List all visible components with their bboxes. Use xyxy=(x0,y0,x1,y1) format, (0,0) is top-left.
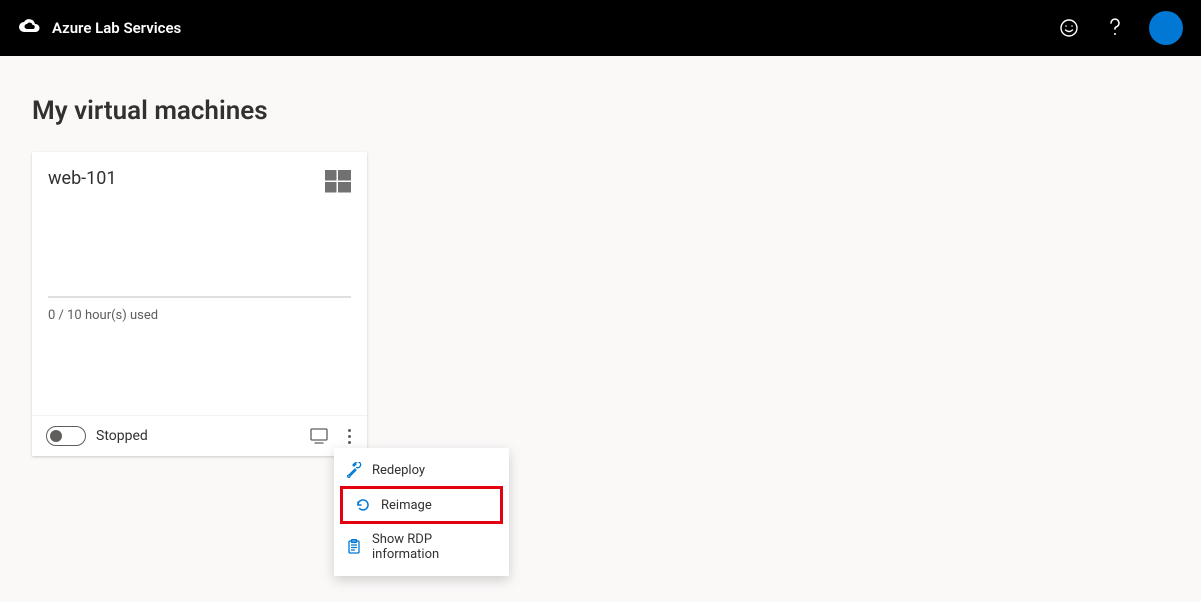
vm-footer-right xyxy=(310,427,353,446)
vm-footer-left: Stopped xyxy=(46,426,148,446)
vm-card-footer: Stopped xyxy=(32,415,367,456)
menu-item-redeploy[interactable]: Redeploy xyxy=(334,454,509,486)
vm-name: web-101 xyxy=(48,168,117,189)
menu-label-redeploy: Redeploy xyxy=(372,463,425,478)
menu-item-reimage[interactable]: Reimage xyxy=(343,489,500,521)
connect-icon[interactable] xyxy=(310,427,328,445)
clipboard-icon xyxy=(346,539,362,555)
menu-label-reimage: Reimage xyxy=(381,498,432,513)
vm-card: web-101 0 / 10 hour(s) used xyxy=(32,152,367,456)
vm-context-menu: Redeploy Reimage Show RDP information xyxy=(334,448,509,576)
highlight-box: Reimage xyxy=(340,486,503,524)
feedback-icon[interactable] xyxy=(1057,16,1081,40)
vm-card-header: web-101 xyxy=(48,168,351,198)
power-toggle[interactable] xyxy=(46,426,86,446)
menu-item-show-rdp[interactable]: Show RDP information xyxy=(334,524,509,570)
vm-status: Stopped xyxy=(96,428,148,444)
app-logo-icon xyxy=(18,16,42,40)
header-left: Azure Lab Services xyxy=(18,16,181,40)
page-title: My virtual machines xyxy=(32,96,1169,126)
vm-card-top: web-101 0 / 10 hour(s) used xyxy=(32,152,367,415)
refresh-icon xyxy=(355,497,371,513)
wrench-icon xyxy=(346,462,362,478)
avatar[interactable] xyxy=(1149,11,1183,45)
menu-label-show-rdp: Show RDP information xyxy=(372,532,497,562)
app-title: Azure Lab Services xyxy=(52,19,181,37)
usage-progress xyxy=(48,296,351,298)
windows-icon xyxy=(325,168,351,198)
help-icon[interactable] xyxy=(1103,16,1127,40)
main-content: My virtual machines web-101 0 / 10 hour(… xyxy=(0,56,1201,496)
usage-text: 0 / 10 hour(s) used xyxy=(48,308,351,323)
app-header: Azure Lab Services xyxy=(0,0,1201,56)
more-menu-button[interactable] xyxy=(346,427,353,446)
header-right xyxy=(1057,11,1183,45)
